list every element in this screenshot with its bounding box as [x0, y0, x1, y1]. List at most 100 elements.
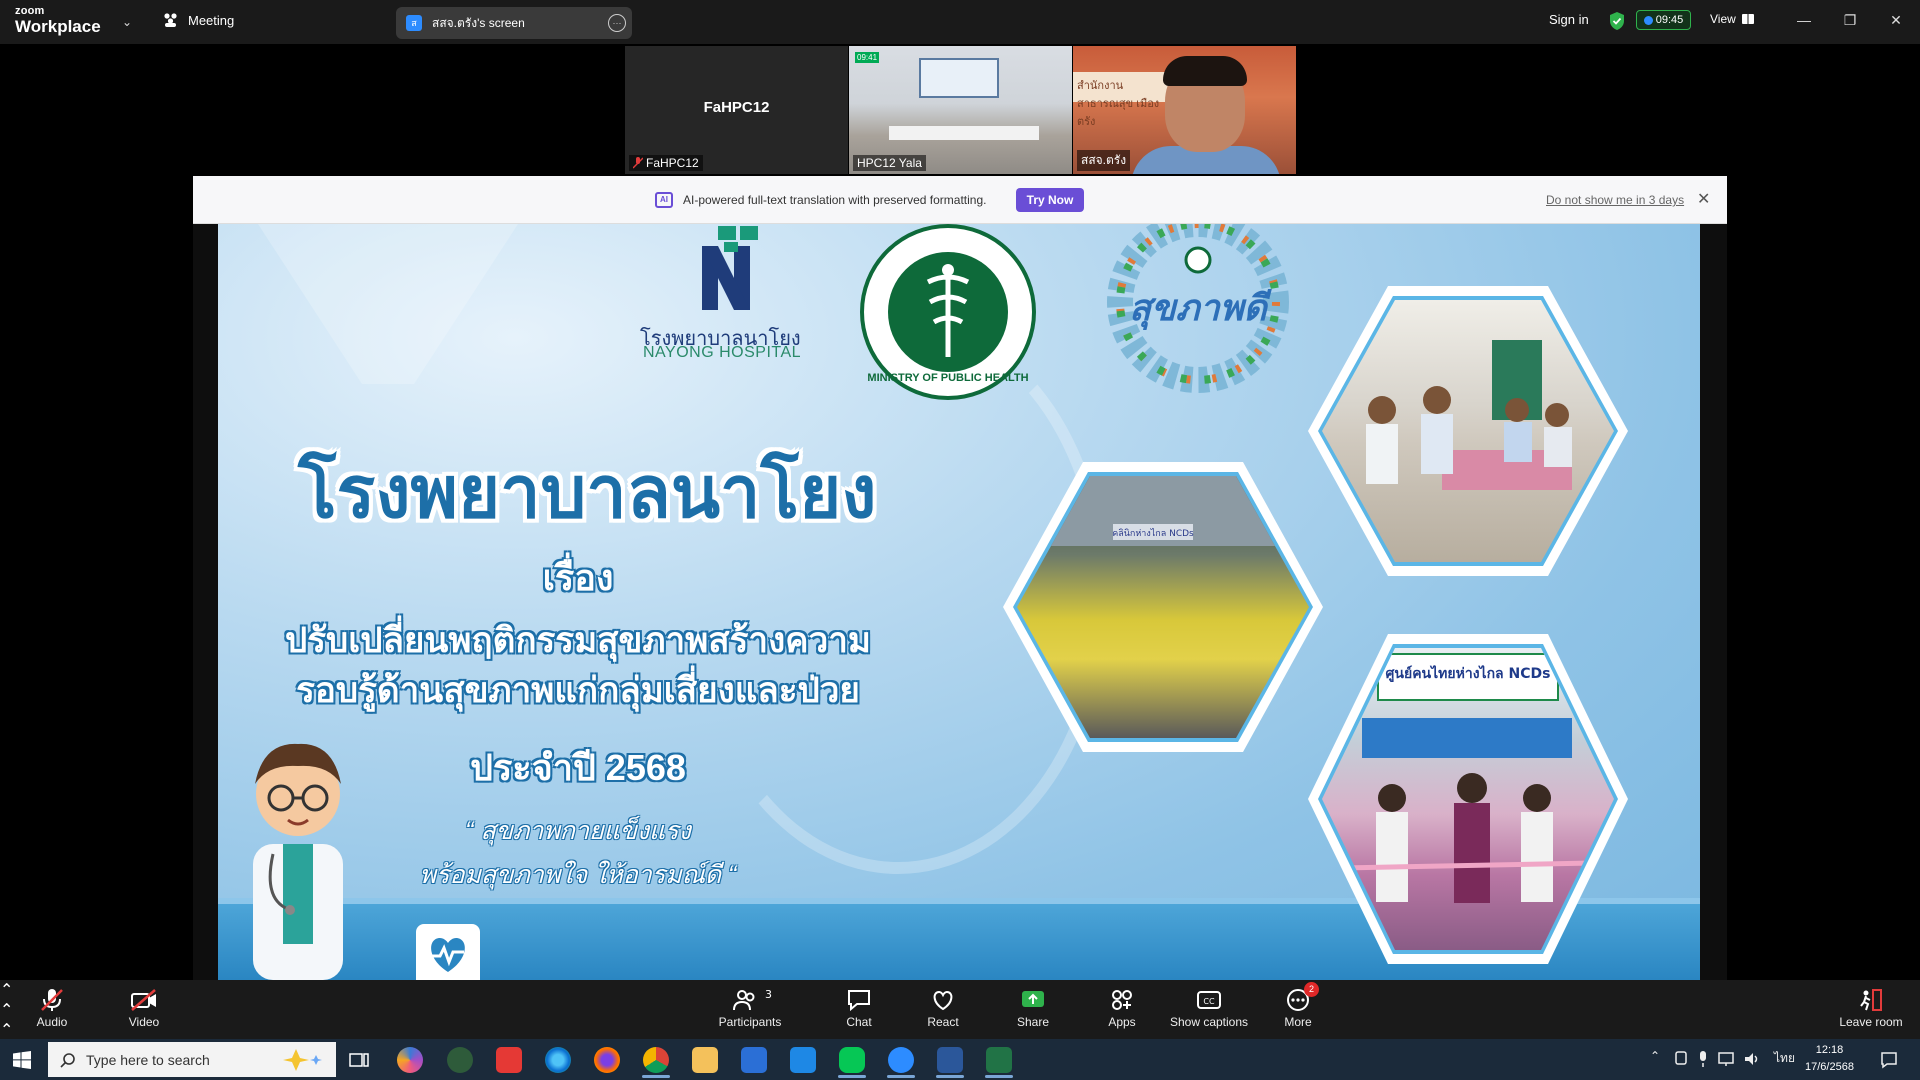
meeting-people-icon: [164, 13, 177, 27]
slide-subject-label: เรื่อง: [542, 557, 614, 598]
close-icon[interactable]: ✕: [1697, 189, 1710, 209]
tray-microphone-icon[interactable]: [1697, 1050, 1709, 1068]
participant-tile[interactable]: FaHPC12 FaHPC12: [625, 46, 848, 174]
search-icon: [60, 1052, 75, 1068]
photo2-banner-text: คลินิกห่างไกล NCDs: [1112, 528, 1194, 539]
task-view-icon[interactable]: [349, 1051, 369, 1069]
more-button[interactable]: 2 More: [1281, 982, 1319, 1029]
search-placeholder: Type here to search: [86, 1051, 210, 1068]
mail-app-icon[interactable]: [790, 1047, 816, 1073]
edge-browser-icon[interactable]: [545, 1047, 571, 1073]
windows-start-icon[interactable]: [13, 1051, 31, 1069]
word-active-indicator: [936, 1075, 964, 1078]
audio-options-caret-icon[interactable]: ⌃: [0, 980, 1920, 1000]
participant-name-center: FaHPC12: [703, 99, 770, 116]
copilot-app-icon[interactable]: [397, 1047, 423, 1073]
participant-label-text: FaHPC12: [646, 156, 699, 170]
participants-count: 3: [765, 988, 772, 1001]
share-button[interactable]: Share: [1016, 988, 1050, 1029]
muted-mic-icon: [633, 157, 643, 169]
grid-view-icon: [1741, 14, 1754, 24]
do-not-show-link[interactable]: Do not show me in 3 days: [1546, 193, 1684, 207]
nayong-hospital-logo: โรงพยาบาลนาโยง NAYONG HOSPITAL: [640, 224, 820, 361]
meeting-timer[interactable]: 09:45: [1636, 10, 1691, 30]
audio-button[interactable]: Audio: [32, 988, 72, 1029]
line-active-indicator: [838, 1075, 866, 1078]
background-coat-graphic: [258, 224, 518, 384]
translation-promo-banner: AI AI-powered full-text translation with…: [193, 176, 1727, 224]
file-explorer-icon[interactable]: [692, 1047, 718, 1073]
taskbar-search-box[interactable]: Type here to search: [48, 1042, 336, 1077]
word-app-icon[interactable]: [937, 1047, 963, 1073]
input-language-indicator[interactable]: ไทย: [1774, 1049, 1795, 1068]
doctor-cartoon-illustration: [253, 743, 343, 980]
react-button[interactable]: React: [927, 988, 959, 1029]
closed-captions-icon: CC: [1197, 991, 1221, 1009]
video-options-caret-icon[interactable]: ⌃: [0, 1000, 1920, 1020]
restore-icon[interactable]: ❐: [1840, 10, 1860, 30]
network-icon[interactable]: [1718, 1051, 1736, 1067]
chat-options-caret-icon[interactable]: ⌃: [0, 1020, 1920, 1040]
close-window-icon[interactable]: ✕: [1886, 10, 1906, 30]
excel-app-icon[interactable]: [986, 1047, 1012, 1073]
clock-time: 12:18: [1815, 1044, 1844, 1056]
clock-date: 17/6/2568: [1805, 1061, 1854, 1073]
share-label: Share: [1016, 1015, 1050, 1029]
photo3-banner-text: ศูนย์คนไทยห่างไกล NCDs: [1386, 664, 1551, 682]
ellipsis-icon[interactable]: ···: [608, 14, 626, 32]
view-label: View: [1710, 12, 1736, 26]
participant-video-strip: FaHPC12 FaHPC12 09:41 HPC12 Yala สำนักงา…: [625, 46, 1297, 174]
zoom-workplace-logo[interactable]: zoom Workplace: [15, 5, 101, 36]
audio-label: Audio: [36, 1015, 68, 1029]
video-label: Video: [128, 1015, 160, 1029]
title-bar: zoom Workplace ⌄ Meeting ส สสจ.ตรัง's sc…: [0, 0, 1920, 44]
banner-message: AI-powered full-text translation with pr…: [683, 193, 987, 207]
hex-photo-frame: คลินิกห่างไกล NCDs: [1003, 462, 1323, 752]
meeting-label: Meeting: [188, 12, 235, 28]
view-menu-button[interactable]: View: [1710, 12, 1754, 26]
participants-button[interactable]: 3 Participants: [718, 988, 782, 1029]
timer-value: 09:45: [1655, 14, 1684, 26]
anydesk-app-icon[interactable]: [496, 1047, 522, 1073]
leave-room-button[interactable]: Leave room: [1838, 988, 1904, 1029]
leave-door-icon: [1860, 989, 1882, 1011]
heartbeat-icon: [431, 938, 465, 972]
brand-small: zoom: [15, 5, 45, 17]
tray-device-icon[interactable]: [1674, 1051, 1688, 1067]
try-now-button[interactable]: Try Now: [1016, 188, 1084, 212]
shared-screen-tab[interactable]: ส สสจ.ตรัง's screen ···: [396, 7, 632, 39]
office-sign: สำนักงานสาธารณสุข เมืองตรัง: [1073, 72, 1168, 128]
participant-tile[interactable]: 09:41 HPC12 Yala: [849, 46, 1072, 174]
browser-app-icon[interactable]: [447, 1047, 473, 1073]
shared-screen-area: โรงพยาบาลนาโยง NAYONG HOSPITAL MINISTRY …: [193, 224, 1727, 980]
more-notification-badge: 2: [1304, 982, 1319, 997]
apps-button[interactable]: Apps: [1106, 988, 1138, 1029]
volume-icon[interactable]: [1743, 1051, 1761, 1067]
minimize-icon[interactable]: —: [1794, 10, 1814, 30]
show-captions-button[interactable]: CC Show captions: [1168, 988, 1250, 1029]
tray-overflow-icon[interactable]: ⌃: [1650, 1049, 1660, 1063]
participant-tile-active-speaker[interactable]: สำนักงานสาธารณสุข เมืองตรัง สสจ.ตรัง: [1073, 46, 1296, 174]
shared-screen-label: สสจ.ตรัง's screen: [432, 15, 525, 30]
video-button[interactable]: Video: [124, 988, 164, 1029]
chat-button[interactable]: Chat: [843, 988, 875, 1029]
encryption-shield-icon[interactable]: [1608, 11, 1626, 31]
svg-text:CC: CC: [1203, 997, 1215, 1006]
firefox-browser-icon[interactable]: [594, 1047, 620, 1073]
chrome-browser-icon[interactable]: [643, 1047, 669, 1073]
microsoft-store-icon[interactable]: [741, 1047, 767, 1073]
chevron-down-icon[interactable]: ⌄: [122, 15, 132, 29]
sign-in-link[interactable]: Sign in: [1549, 12, 1589, 27]
slogan-line-1: “ สุขภาพกายแข็งแรง: [465, 817, 691, 845]
line-app-icon[interactable]: [839, 1047, 865, 1073]
notification-center-icon[interactable]: [1880, 1051, 1898, 1069]
brand-large: Workplace: [15, 17, 101, 36]
apps-icon: [1112, 990, 1132, 1010]
projector-screen: [919, 58, 999, 98]
meeting-menu-button[interactable]: Meeting: [162, 12, 234, 28]
share-avatar-badge: ส: [406, 15, 422, 31]
presentation-slide: โรงพยาบาลนาโยง NAYONG HOSPITAL MINISTRY …: [218, 224, 1700, 980]
zoom-app-icon[interactable]: [888, 1047, 914, 1073]
slide-slogan: “ สุขภาพกายแข็งแรง พร้อมสุขภาพใจ ให้อารม…: [298, 809, 858, 897]
taskbar-clock[interactable]: 12:18 17/6/2568: [1805, 1042, 1854, 1076]
